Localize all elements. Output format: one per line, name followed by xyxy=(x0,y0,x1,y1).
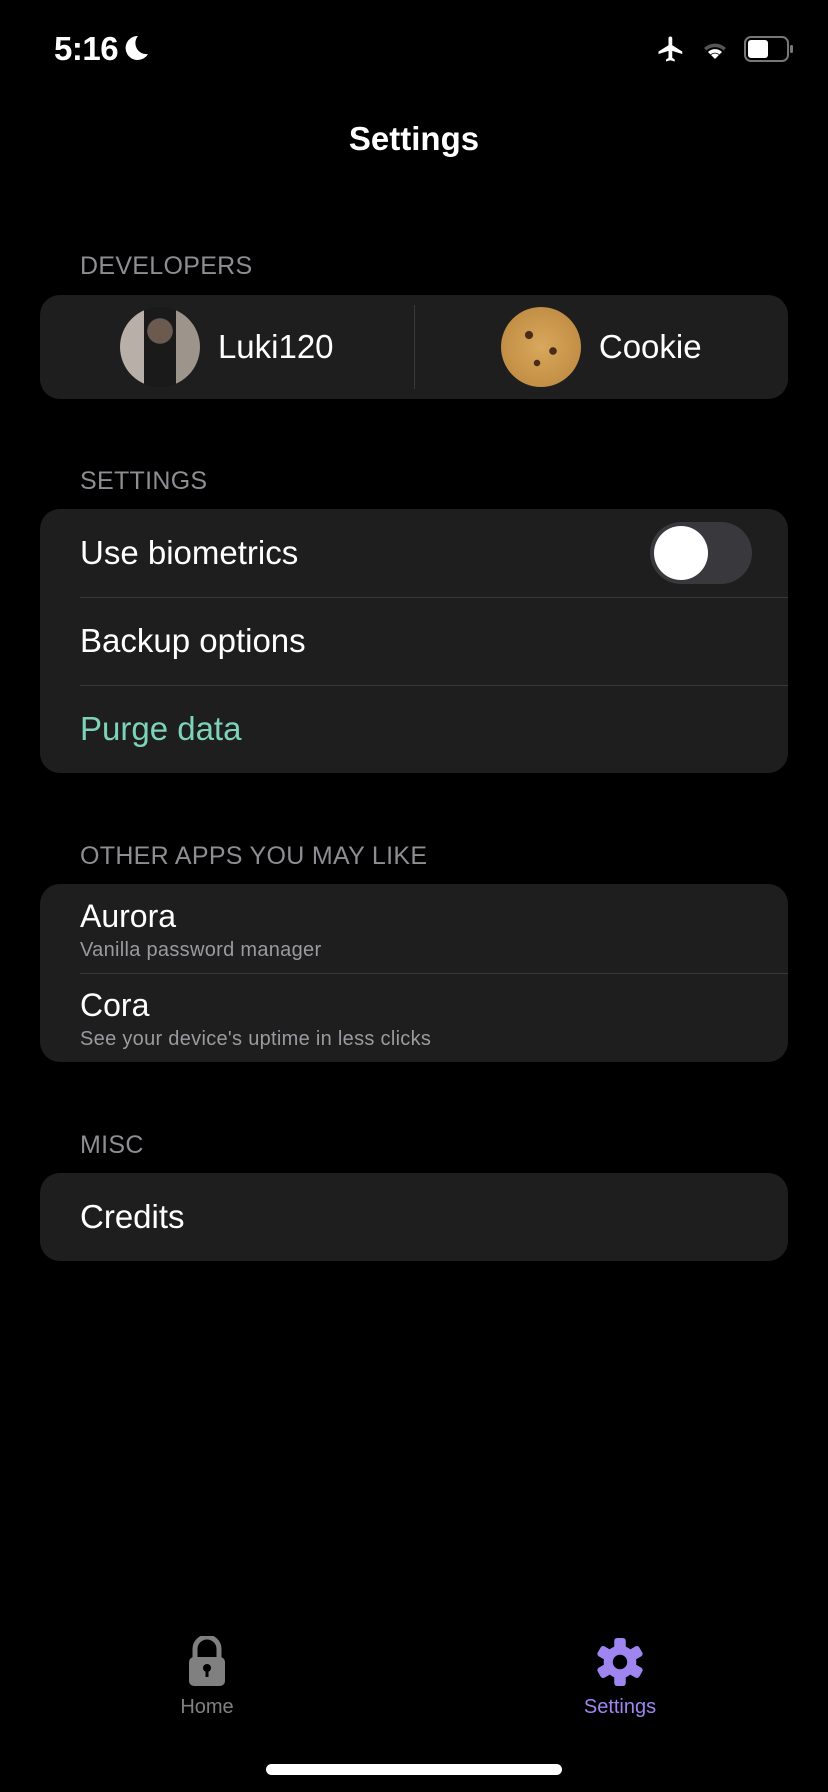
airplane-icon xyxy=(658,36,683,62)
app-aurora[interactable]: Aurora Vanilla password manager xyxy=(40,884,788,973)
credits-label: Credits xyxy=(80,1198,185,1235)
lock-icon xyxy=(189,1636,225,1686)
settings-card: Use biometrics Backup options Purge data xyxy=(40,509,788,773)
developer-name: Luki120 xyxy=(217,328,334,365)
backup-options-label: Backup options xyxy=(80,622,306,659)
section-header-developers: DEVELOPERS xyxy=(80,252,253,280)
use-biometrics-label: Use biometrics xyxy=(80,534,299,571)
app-description: See your device's uptime in less clicks xyxy=(80,1028,432,1050)
developer-cookie[interactable]: Cookie xyxy=(415,295,789,399)
home-indicator xyxy=(266,1764,562,1775)
developers-card: Luki120 Cookie xyxy=(40,295,788,399)
moon-icon xyxy=(125,35,148,60)
status-icons xyxy=(656,34,794,64)
developer-name: Cookie xyxy=(598,328,702,365)
avatar xyxy=(500,307,581,387)
toggle-knob xyxy=(654,526,708,580)
section-header-settings: SETTINGS xyxy=(80,467,208,495)
other-apps-card: Aurora Vanilla password manager Cora See… xyxy=(40,884,788,1062)
use-biometrics-row: Use biometrics xyxy=(40,509,788,597)
status-time: 5:16 xyxy=(54,30,119,67)
app-name: Cora xyxy=(80,987,150,1023)
developer-luki120[interactable]: Luki120 xyxy=(40,295,414,399)
purge-data-label: Purge data xyxy=(80,710,242,747)
gear-icon xyxy=(596,1637,644,1687)
battery-icon xyxy=(744,36,793,62)
misc-card: Credits xyxy=(40,1173,788,1261)
avatar xyxy=(119,307,200,387)
app-name: Aurora xyxy=(80,898,177,934)
wifi-icon xyxy=(704,43,726,59)
credits-row[interactable]: Credits xyxy=(40,1173,788,1261)
tab-home[interactable]: Home xyxy=(107,1636,307,1719)
section-header-misc: MISC xyxy=(80,1131,144,1159)
app-description: Vanilla password manager xyxy=(80,939,322,961)
section-header-other-apps: OTHER APPS YOU MAY LIKE xyxy=(80,842,428,870)
biometrics-toggle[interactable] xyxy=(650,522,752,584)
backup-options-row[interactable]: Backup options xyxy=(40,597,788,685)
page-title: Settings xyxy=(348,120,480,157)
tab-settings-label: Settings xyxy=(583,1696,657,1718)
purge-data-row[interactable]: Purge data xyxy=(40,685,788,773)
app-cora[interactable]: Cora See your device's uptime in less cl… xyxy=(40,973,788,1062)
tab-home-label: Home xyxy=(180,1696,234,1718)
tab-settings[interactable]: Settings xyxy=(520,1636,720,1719)
